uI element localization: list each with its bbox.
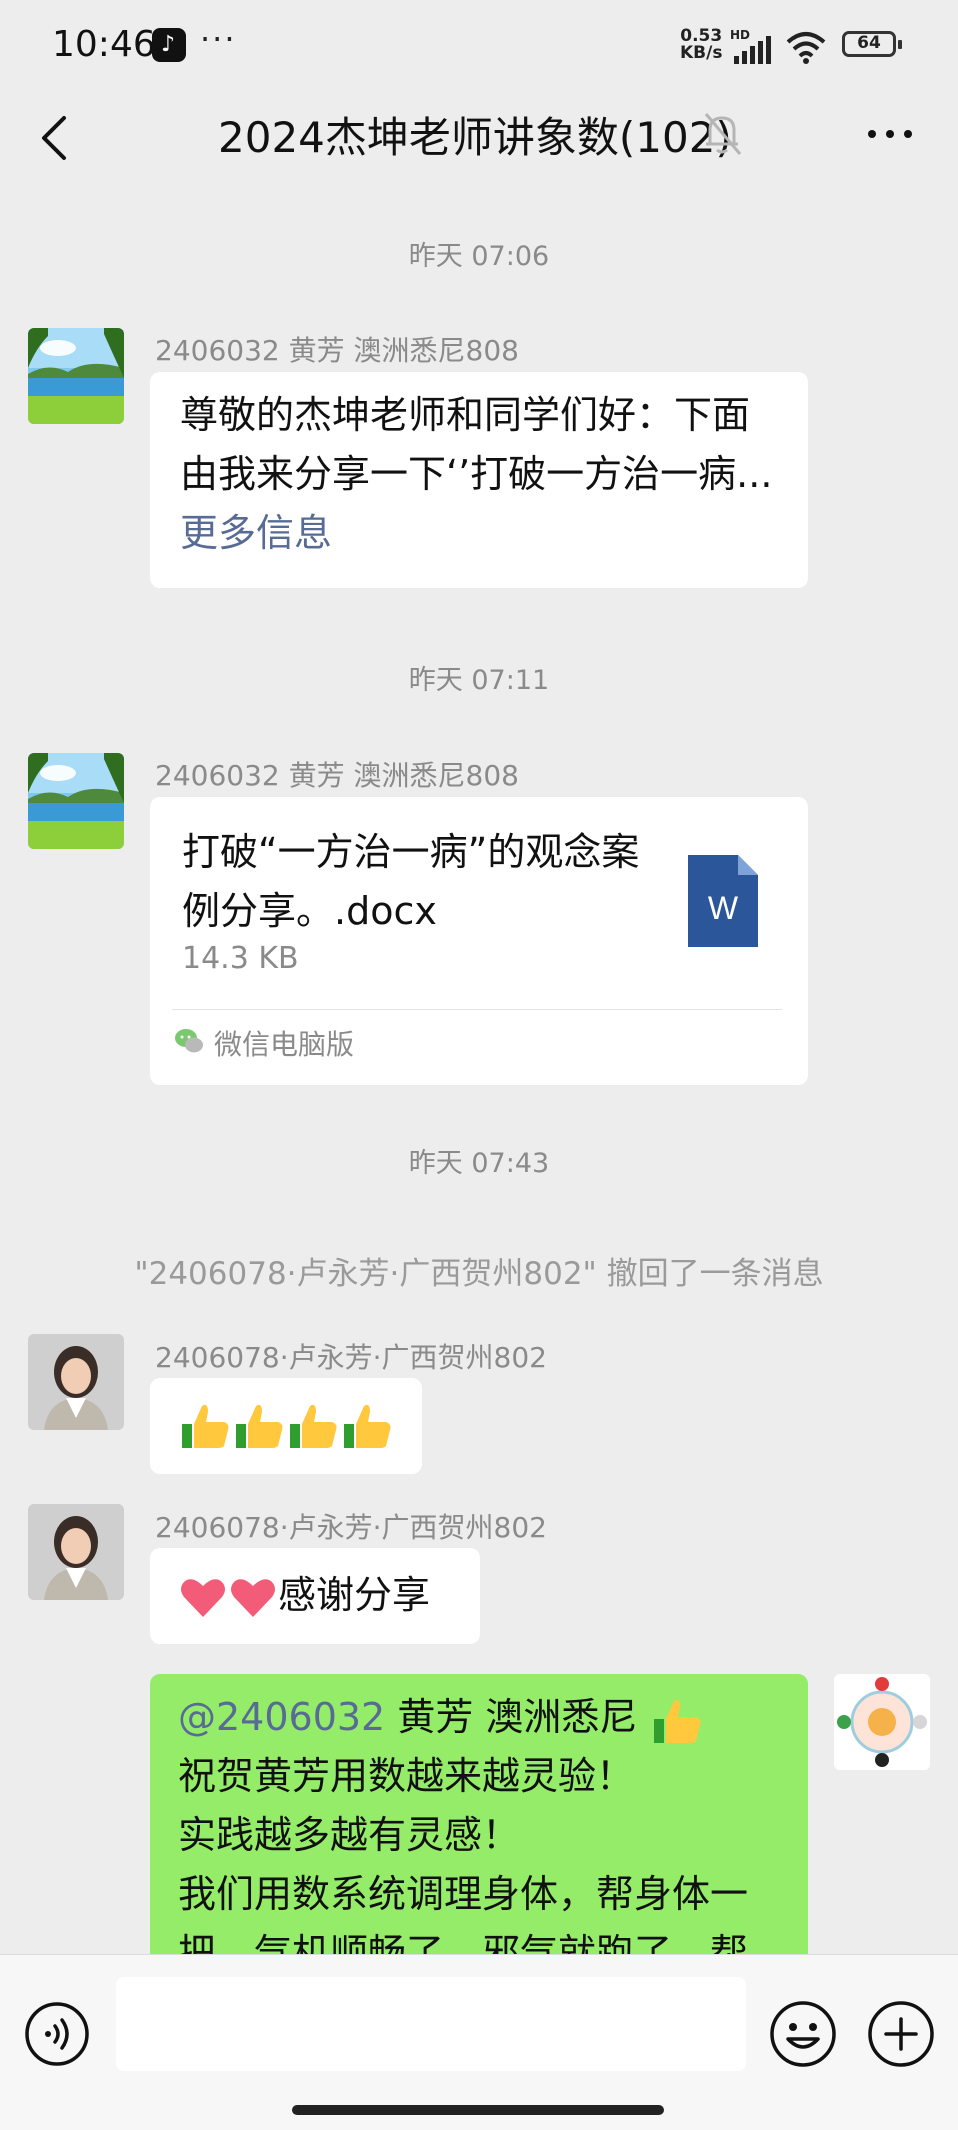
heart-icon [231,1578,275,1617]
home-indicator[interactable] [292,2105,664,2115]
my-avatar[interactable] [834,1674,930,1770]
voice-input-icon[interactable] [24,2001,90,2067]
chat-messages[interactable]: 昨天 07:06 2406032 黄芳 澳洲悉尼808 尊敬的杰坤老师和同学们好… [0,184,958,1954]
tiktok-icon: ♪ [152,28,186,62]
more-notifications-icon: ··· [200,20,237,58]
message-text: @2406032 黄芳 澳洲悉尼 祝贺黄芳用数越来越灵验！ 实践越多越有灵感！ … [178,1688,784,1954]
sender-name: 2406078·卢永芳·广西贺州802 [155,1341,547,1374]
message-line: @2406032 黄芳 澳洲悉尼 [178,1688,784,1747]
mention-link[interactable]: @2406032 [178,1695,385,1739]
more-icon[interactable] [862,106,918,162]
message-line: 实践越多越有灵感！ [178,1813,521,1857]
chat-title[interactable]: 2024杰坤老师讲象数(102) [218,104,732,165]
sender-name: 2406032 黄芳 澳洲悉尼808 [155,334,519,367]
file-source-label: 微信电脑版 [214,1028,355,1061]
message-bubble[interactable]: 尊敬的杰坤老师和同学们好：下面由我来分享一下‘’打破一方治一病... 更多信息 [150,372,808,588]
more-info-link[interactable]: 更多信息 [180,511,332,555]
file-message-card[interactable]: 打破“一方治一病”的观念案例分享。.docx 14.3 KB W 微信电脑版 [150,797,808,1085]
status-time: 10:46 [52,24,156,65]
network-speed: 0.53 KB/s [680,28,722,62]
sender-name: 2406032 黄芳 澳洲悉尼808 [155,759,519,792]
word-icon-letter: W [708,890,739,926]
thumbs-up-icon [236,1404,283,1448]
portrait-avatar-image [28,1504,124,1600]
message-line: 我们用数系统调理身体，帮身体一 [178,1872,749,1916]
word-document-icon: W [688,855,758,947]
message-text-body: 黄芳 澳洲悉尼 [385,1695,650,1739]
thumbs-up-icon [653,1699,700,1743]
network-speed-unit: KB/s [680,43,723,63]
emoji-icon[interactable] [768,1999,838,2069]
file-size: 14.3 KB [182,941,299,976]
message-line: 祝贺黄芳用数越来越灵验！ [178,1754,635,1798]
message-bubble[interactable]: 感谢分享 [150,1548,480,1644]
back-chevron-icon[interactable] [36,110,76,166]
input-bar [0,1954,958,2130]
landscape-avatar-image [28,328,124,424]
timestamp: 昨天 07:11 [408,665,550,696]
sent-message-bubble[interactable]: @2406032 黄芳 澳洲悉尼 祝贺黄芳用数越来越灵验！ 实践越多越有灵感！ … [150,1674,808,1954]
sender-name: 2406078·卢永芳·广西贺州802 [155,1511,547,1544]
status-bar: 10:46 ♪ ··· 0.53 KB/s HD 64 [0,0,958,92]
divider [172,1009,782,1010]
message-text-body: 感谢分享 [278,1573,431,1617]
heart-icon [181,1578,225,1617]
thumbs-up-emoji-group [178,1404,394,1448]
battery-icon: 64 [842,31,902,57]
message-bubble[interactable] [150,1378,422,1474]
thumbs-up-icon [182,1404,229,1448]
avatar[interactable] [28,1334,124,1430]
timestamp: 昨天 07:06 [408,241,550,272]
wifi-icon [786,32,826,64]
message-text: 感谢分享 [178,1566,480,1625]
avatar[interactable] [28,1504,124,1600]
thumbs-up-icon [344,1404,391,1448]
file-name: 打破“一方治一病”的观念案例分享。.docx [182,830,640,933]
signal-icon [734,36,771,64]
message-text-body: 尊敬的杰坤老师和同学们好：下面由我来分享一下‘’打破一方治一病... [180,393,773,496]
recall-notice: "2406078·卢永芳·广西贺州802" 撤回了一条消息 [134,1256,824,1292]
wechat-icon [175,1029,203,1053]
landscape-avatar-image [28,753,124,849]
chat-header: 2024杰坤老师讲象数(102) [0,92,958,184]
portrait-avatar-image [28,1334,124,1430]
avatar[interactable] [28,753,124,849]
plus-icon[interactable] [866,1999,936,2069]
message-input[interactable] [116,1977,746,2071]
thumbs-up-icon [290,1404,337,1448]
avatar[interactable] [28,328,124,424]
battery-level: 64 [857,33,881,53]
diagram-avatar-image [834,1674,930,1770]
message-line: 把，气机顺畅了，邪气就跑了，帮 [178,1931,749,1954]
message-text: 尊敬的杰坤老师和同学们好：下面由我来分享一下‘’打破一方治一病... 更多信息 [180,386,784,563]
mute-bell-icon [704,113,742,155]
timestamp: 昨天 07:43 [408,1148,550,1179]
